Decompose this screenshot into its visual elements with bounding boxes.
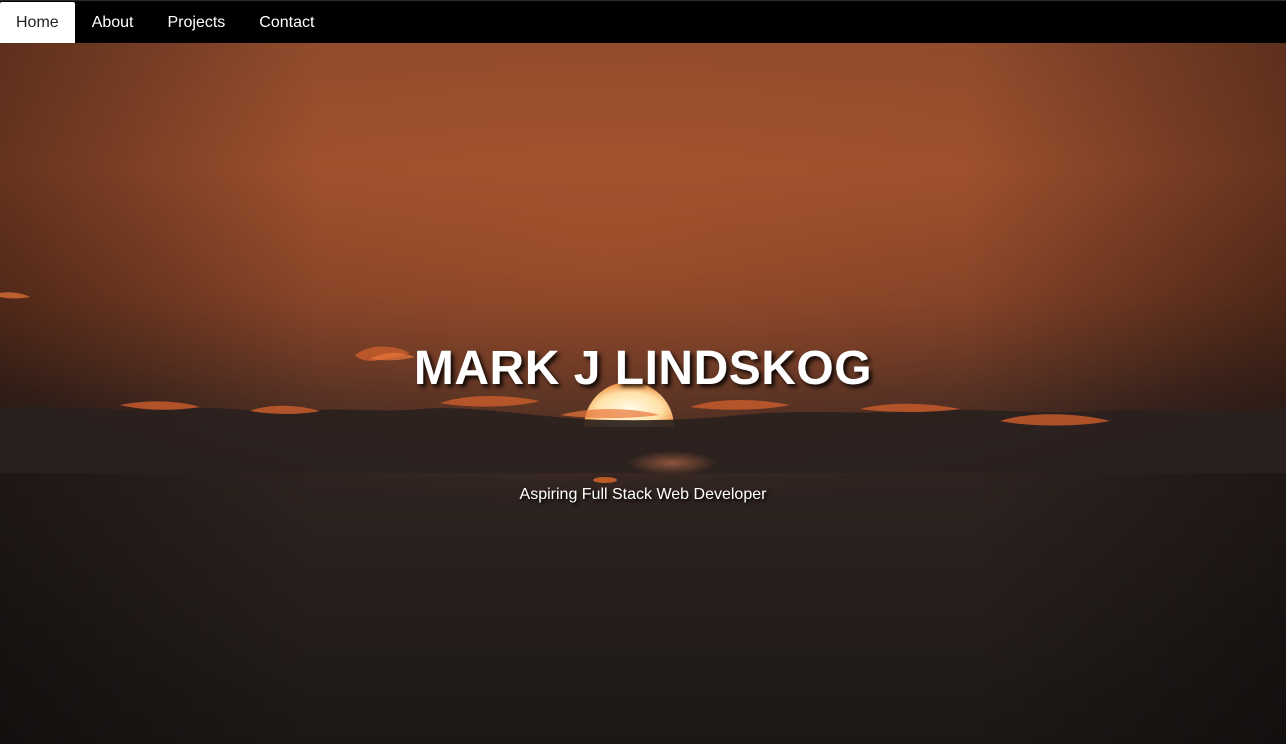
nav-item-contact[interactable]: Contact [242,2,331,43]
nav-item-label: About [91,13,134,31]
nav-item-label: Contact [259,13,315,31]
hero-subtitle: Aspiring Full Stack Web Developer [519,486,767,503]
nav-item-home[interactable]: Home [0,2,75,43]
top-navbar: Home About Projects Contact [0,0,1286,43]
nav-item-label: Projects [167,13,226,31]
nav-item-label: Home [16,13,59,31]
nav-item-projects[interactable]: Projects [151,2,243,43]
nav-item-about[interactable]: About [75,2,151,43]
page: Home About Projects Contact MARK J LINDS… [0,0,1286,744]
hero-section: MARK J LINDSKOG Aspiring Full Stack Web … [0,43,1286,744]
hero-title: MARK J LINDSKOG [413,342,873,395]
